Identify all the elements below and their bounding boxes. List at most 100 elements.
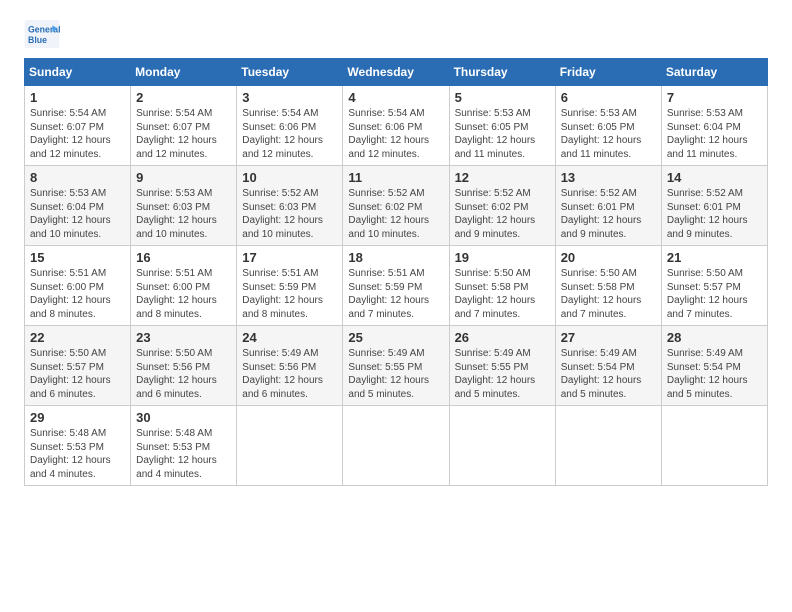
day-number: 22: [30, 330, 125, 345]
calendar-table: SundayMondayTuesdayWednesdayThursdayFrid…: [24, 58, 768, 486]
week-row-2: 8 Sunrise: 5:53 AM Sunset: 6:04 PM Dayli…: [25, 166, 768, 246]
day-info: Sunrise: 5:53 AM Sunset: 6:05 PM Dayligh…: [561, 108, 642, 160]
calendar-cell: 23 Sunrise: 5:50 AM Sunset: 5:56 PM Dayl…: [131, 326, 237, 406]
calendar-cell: 27 Sunrise: 5:49 AM Sunset: 5:54 PM Dayl…: [555, 326, 661, 406]
day-info: Sunrise: 5:51 AM Sunset: 6:00 PM Dayligh…: [136, 268, 217, 320]
calendar-cell: 7 Sunrise: 5:53 AM Sunset: 6:04 PM Dayli…: [661, 86, 767, 166]
calendar-cell: 5 Sunrise: 5:53 AM Sunset: 6:05 PM Dayli…: [449, 86, 555, 166]
calendar-cell: 10 Sunrise: 5:52 AM Sunset: 6:03 PM Dayl…: [237, 166, 343, 246]
day-info: Sunrise: 5:48 AM Sunset: 5:53 PM Dayligh…: [136, 428, 217, 480]
day-info: Sunrise: 5:49 AM Sunset: 5:55 PM Dayligh…: [455, 348, 536, 400]
calendar-cell: 9 Sunrise: 5:53 AM Sunset: 6:03 PM Dayli…: [131, 166, 237, 246]
day-number: 23: [136, 330, 231, 345]
day-number: 13: [561, 170, 656, 185]
day-number: 17: [242, 250, 337, 265]
day-number: 28: [667, 330, 762, 345]
day-number: 19: [455, 250, 550, 265]
day-info: Sunrise: 5:48 AM Sunset: 5:53 PM Dayligh…: [30, 428, 111, 480]
day-info: Sunrise: 5:50 AM Sunset: 5:58 PM Dayligh…: [455, 268, 536, 320]
day-number: 29: [30, 410, 125, 425]
calendar-cell: 29 Sunrise: 5:48 AM Sunset: 5:53 PM Dayl…: [25, 406, 131, 486]
calendar-body: 1 Sunrise: 5:54 AM Sunset: 6:07 PM Dayli…: [25, 86, 768, 486]
calendar-cell: 25 Sunrise: 5:49 AM Sunset: 5:55 PM Dayl…: [343, 326, 449, 406]
day-info: Sunrise: 5:49 AM Sunset: 5:54 PM Dayligh…: [667, 348, 748, 400]
weekday-header-wednesday: Wednesday: [343, 59, 449, 86]
day-number: 8: [30, 170, 125, 185]
day-number: 12: [455, 170, 550, 185]
week-row-5: 29 Sunrise: 5:48 AM Sunset: 5:53 PM Dayl…: [25, 406, 768, 486]
day-number: 24: [242, 330, 337, 345]
calendar-cell: 21 Sunrise: 5:50 AM Sunset: 5:57 PM Dayl…: [661, 246, 767, 326]
day-number: 14: [667, 170, 762, 185]
calendar-cell: 13 Sunrise: 5:52 AM Sunset: 6:01 PM Dayl…: [555, 166, 661, 246]
calendar-cell: 1 Sunrise: 5:54 AM Sunset: 6:07 PM Dayli…: [25, 86, 131, 166]
calendar-cell: 3 Sunrise: 5:54 AM Sunset: 6:06 PM Dayli…: [237, 86, 343, 166]
week-row-1: 1 Sunrise: 5:54 AM Sunset: 6:07 PM Dayli…: [25, 86, 768, 166]
week-row-4: 22 Sunrise: 5:50 AM Sunset: 5:57 PM Dayl…: [25, 326, 768, 406]
calendar-cell: [449, 406, 555, 486]
weekday-header-tuesday: Tuesday: [237, 59, 343, 86]
calendar-cell: 26 Sunrise: 5:49 AM Sunset: 5:55 PM Dayl…: [449, 326, 555, 406]
svg-text:Blue: Blue: [28, 35, 47, 45]
weekday-header-saturday: Saturday: [661, 59, 767, 86]
calendar-cell: 17 Sunrise: 5:51 AM Sunset: 5:59 PM Dayl…: [237, 246, 343, 326]
day-number: 11: [348, 170, 443, 185]
day-info: Sunrise: 5:54 AM Sunset: 6:07 PM Dayligh…: [30, 108, 111, 160]
day-info: Sunrise: 5:53 AM Sunset: 6:04 PM Dayligh…: [667, 108, 748, 160]
page-header: General Blue: [24, 20, 768, 48]
calendar-cell: 12 Sunrise: 5:52 AM Sunset: 6:02 PM Dayl…: [449, 166, 555, 246]
calendar-cell: 24 Sunrise: 5:49 AM Sunset: 5:56 PM Dayl…: [237, 326, 343, 406]
day-info: Sunrise: 5:53 AM Sunset: 6:05 PM Dayligh…: [455, 108, 536, 160]
calendar-cell: [237, 406, 343, 486]
day-number: 16: [136, 250, 231, 265]
day-number: 2: [136, 90, 231, 105]
day-info: Sunrise: 5:52 AM Sunset: 6:01 PM Dayligh…: [667, 188, 748, 240]
day-info: Sunrise: 5:49 AM Sunset: 5:56 PM Dayligh…: [242, 348, 323, 400]
calendar-cell: [555, 406, 661, 486]
weekday-header-monday: Monday: [131, 59, 237, 86]
day-info: Sunrise: 5:53 AM Sunset: 6:03 PM Dayligh…: [136, 188, 217, 240]
calendar-cell: 20 Sunrise: 5:50 AM Sunset: 5:58 PM Dayl…: [555, 246, 661, 326]
day-info: Sunrise: 5:50 AM Sunset: 5:57 PM Dayligh…: [667, 268, 748, 320]
weekday-header-sunday: Sunday: [25, 59, 131, 86]
day-number: 25: [348, 330, 443, 345]
day-number: 1: [30, 90, 125, 105]
day-number: 9: [136, 170, 231, 185]
logo-icon: General Blue: [24, 20, 60, 48]
day-number: 21: [667, 250, 762, 265]
day-number: 10: [242, 170, 337, 185]
calendar-cell: 8 Sunrise: 5:53 AM Sunset: 6:04 PM Dayli…: [25, 166, 131, 246]
day-info: Sunrise: 5:51 AM Sunset: 5:59 PM Dayligh…: [242, 268, 323, 320]
calendar-cell: 14 Sunrise: 5:52 AM Sunset: 6:01 PM Dayl…: [661, 166, 767, 246]
day-info: Sunrise: 5:54 AM Sunset: 6:06 PM Dayligh…: [242, 108, 323, 160]
day-info: Sunrise: 5:49 AM Sunset: 5:55 PM Dayligh…: [348, 348, 429, 400]
day-info: Sunrise: 5:53 AM Sunset: 6:04 PM Dayligh…: [30, 188, 111, 240]
day-info: Sunrise: 5:52 AM Sunset: 6:03 PM Dayligh…: [242, 188, 323, 240]
calendar-cell: 6 Sunrise: 5:53 AM Sunset: 6:05 PM Dayli…: [555, 86, 661, 166]
day-info: Sunrise: 5:49 AM Sunset: 5:54 PM Dayligh…: [561, 348, 642, 400]
day-info: Sunrise: 5:52 AM Sunset: 6:02 PM Dayligh…: [348, 188, 429, 240]
day-info: Sunrise: 5:54 AM Sunset: 6:07 PM Dayligh…: [136, 108, 217, 160]
weekday-header-thursday: Thursday: [449, 59, 555, 86]
day-info: Sunrise: 5:51 AM Sunset: 6:00 PM Dayligh…: [30, 268, 111, 320]
day-number: 7: [667, 90, 762, 105]
calendar-cell: 19 Sunrise: 5:50 AM Sunset: 5:58 PM Dayl…: [449, 246, 555, 326]
calendar-cell: 30 Sunrise: 5:48 AM Sunset: 5:53 PM Dayl…: [131, 406, 237, 486]
calendar-cell: 2 Sunrise: 5:54 AM Sunset: 6:07 PM Dayli…: [131, 86, 237, 166]
week-row-3: 15 Sunrise: 5:51 AM Sunset: 6:00 PM Dayl…: [25, 246, 768, 326]
calendar-cell: [343, 406, 449, 486]
calendar-cell: 4 Sunrise: 5:54 AM Sunset: 6:06 PM Dayli…: [343, 86, 449, 166]
day-number: 18: [348, 250, 443, 265]
day-info: Sunrise: 5:50 AM Sunset: 5:58 PM Dayligh…: [561, 268, 642, 320]
day-number: 4: [348, 90, 443, 105]
day-info: Sunrise: 5:51 AM Sunset: 5:59 PM Dayligh…: [348, 268, 429, 320]
day-number: 30: [136, 410, 231, 425]
calendar-cell: 11 Sunrise: 5:52 AM Sunset: 6:02 PM Dayl…: [343, 166, 449, 246]
calendar-cell: 18 Sunrise: 5:51 AM Sunset: 5:59 PM Dayl…: [343, 246, 449, 326]
day-number: 20: [561, 250, 656, 265]
day-info: Sunrise: 5:52 AM Sunset: 6:02 PM Dayligh…: [455, 188, 536, 240]
weekday-header-row: SundayMondayTuesdayWednesdayThursdayFrid…: [25, 59, 768, 86]
day-number: 5: [455, 90, 550, 105]
weekday-header-friday: Friday: [555, 59, 661, 86]
calendar-cell: 28 Sunrise: 5:49 AM Sunset: 5:54 PM Dayl…: [661, 326, 767, 406]
